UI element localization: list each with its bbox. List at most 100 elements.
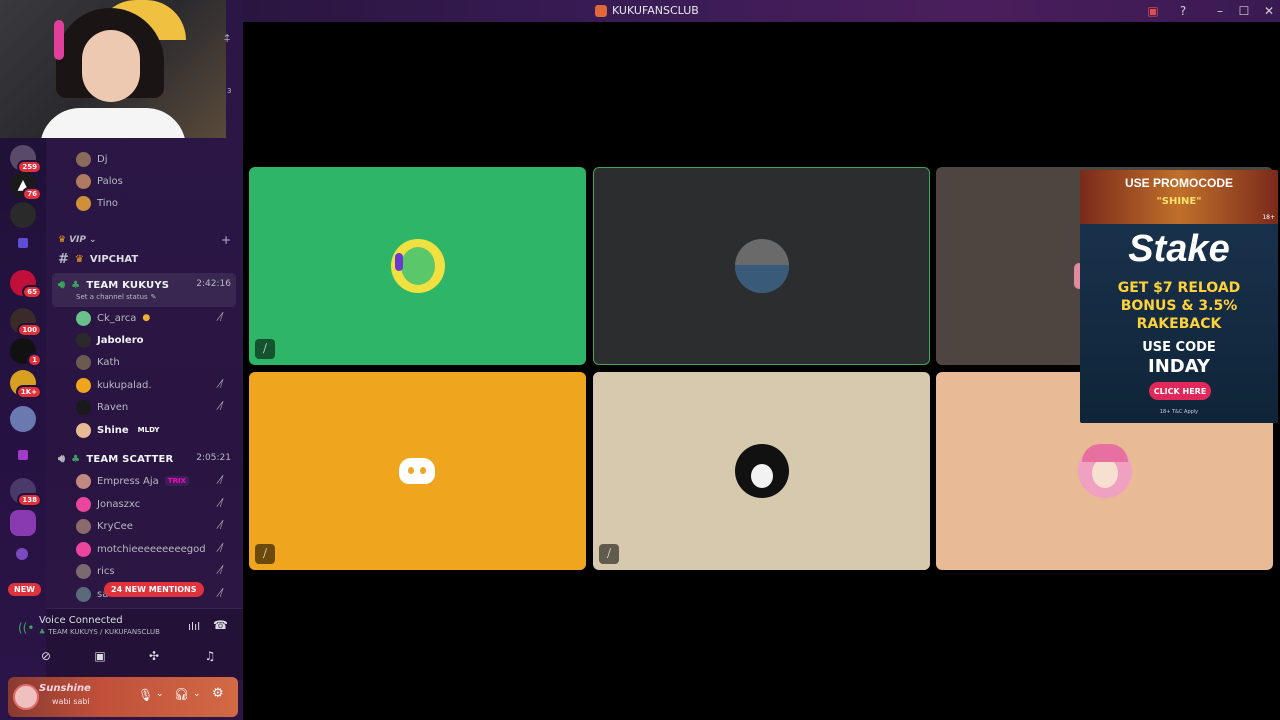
add-channel-icon[interactable]: +	[221, 233, 231, 247]
avatar	[76, 518, 91, 534]
avatar-hair	[1081, 444, 1128, 462]
avatar[interactable]	[13, 684, 39, 710]
voice-member[interactable]: Raven	[76, 397, 128, 417]
webcam-face	[82, 30, 140, 102]
chevron-down-icon[interactable]: ⌄	[193, 689, 201, 699]
channel-status[interactable]: Set a channel status ✎	[76, 293, 157, 301]
voice-member[interactable]: Palos	[76, 171, 123, 191]
muted-icon: ⧸̸	[220, 520, 224, 531]
voice-member[interactable]: Tino	[76, 193, 118, 213]
server-icon[interactable]	[10, 406, 36, 432]
participant-tile[interactable]: ⧸	[249, 372, 586, 570]
participant-tile[interactable]: ⧸	[249, 167, 586, 365]
new-badge: NEW	[8, 583, 41, 596]
member-name: Dj	[97, 153, 108, 165]
participant-tile-speaking[interactable]	[593, 167, 930, 365]
server-badge: 1	[27, 353, 42, 367]
ad-offer-line3: RAKEBACK	[1136, 316, 1222, 332]
emoji-icon: ●	[142, 313, 151, 323]
category-vip[interactable]: ♛ VIP ⌄	[58, 235, 97, 245]
voice-connected-label: Voice Connected	[39, 615, 123, 626]
participant-avatar	[734, 444, 789, 498]
server-icon[interactable]: 1K+	[10, 370, 42, 399]
crown-icon: ♛	[58, 235, 67, 245]
microphone-icon[interactable]: 🎙︎	[138, 688, 153, 702]
avatar	[76, 541, 91, 557]
voice-member[interactable]: Shine MLDY	[76, 420, 162, 440]
voice-location[interactable]: ♣ TEAM KUKUYS / KUKUFANSCLUB	[39, 628, 160, 636]
folder-icon[interactable]	[18, 238, 28, 248]
new-mentions-pill[interactable]: 24 NEW MENTIONS	[104, 582, 204, 597]
category-label: VIP	[69, 235, 86, 245]
member-name: Raven	[97, 401, 129, 413]
voice-status-panel: ((• Voice Connected ♣ TEAM KUKUYS / KUKU…	[18, 608, 243, 680]
disconnect-icon[interactable]: ☎	[213, 618, 228, 632]
voice-member[interactable]: KryCee	[76, 516, 133, 536]
voice-member[interactable]: Kath	[76, 352, 120, 372]
muted-icon: ⧸	[255, 544, 275, 564]
voice-member[interactable]: motchieeeeeeeeegod	[76, 539, 206, 559]
voice-member[interactable]: Jabolero	[76, 330, 144, 350]
server-icon[interactable]: 1	[10, 338, 42, 367]
server-icon[interactable]	[16, 548, 28, 560]
help-icon[interactable]: ?	[1175, 3, 1191, 19]
member-name: Kath	[97, 356, 120, 368]
gear-icon[interactable]: ⚙	[212, 686, 224, 701]
window-title-text: KUKUFANSCLUB	[612, 4, 699, 17]
headset-icon	[394, 253, 403, 271]
text-channel-vipchat[interactable]: # ♛ VIPCHAT	[58, 252, 138, 267]
member-name: Jonaszxc	[97, 498, 141, 510]
member-name: KryCee	[97, 520, 133, 532]
camera-off-button[interactable]: ⊘	[30, 649, 62, 669]
folder-icon[interactable]	[18, 450, 28, 460]
member-name: Shine	[97, 424, 129, 436]
ad-code-line1: USE CODE	[1142, 340, 1216, 355]
server-icon[interactable]: 100	[10, 308, 42, 337]
voice-member[interactable]: kukupalad.	[76, 375, 152, 395]
avatar	[76, 473, 91, 489]
inbox-icon[interactable]: ▣	[1145, 3, 1161, 19]
server-icon[interactable]: 259	[10, 145, 42, 174]
voice-member[interactable]: Ck_arca ●	[76, 308, 150, 328]
chevron-down-icon[interactable]: ⌄	[156, 689, 164, 699]
discord-window: 259 ▲ 76 65 100 1 1K+ 138 NEW Dj Palos T…	[0, 0, 1280, 720]
headphones-icon[interactable]: 🎧︎	[174, 687, 189, 701]
activities-button[interactable]: ✣	[138, 649, 170, 669]
add-friend-icon[interactable]: ⍏	[224, 32, 231, 46]
discord-logo-icon	[399, 458, 435, 484]
server-badge: 1K+	[15, 385, 42, 399]
server-badge: 65	[22, 285, 42, 299]
maximize-icon[interactable]: ☐	[1236, 3, 1252, 19]
server-icon[interactable]: 138	[10, 478, 42, 507]
avatar	[76, 151, 91, 167]
ad-cta-button[interactable]: CLICK HERE	[1149, 382, 1211, 400]
voice-channel-team-scatter[interactable]: 🔊︎ ♣ TEAM SCATTER	[58, 452, 173, 466]
member-tag: MLDY	[137, 426, 160, 434]
muted-icon: ⧸̸	[220, 565, 224, 576]
noise-suppression-icon[interactable]: ılıl	[188, 620, 200, 633]
server-icon[interactable]: 65	[10, 270, 42, 299]
voice-member[interactable]: Jonaszxc	[76, 494, 140, 514]
ad-code-line2: INDAY	[1148, 356, 1210, 377]
avatar	[76, 173, 91, 189]
avatar-face	[750, 464, 773, 488]
server-icon[interactable]	[10, 202, 36, 228]
clover-icon: ♣	[71, 279, 81, 291]
voice-member[interactable]: Empress Aja TRIX	[76, 471, 189, 491]
muted-icon: ⧸̸	[220, 312, 224, 323]
server-icon[interactable]: ▲ 76	[10, 172, 42, 201]
voice-member[interactable]: Dj	[76, 149, 107, 169]
member-name: Empress Aja	[97, 475, 159, 487]
member-name: motchieeeeeeeeegod	[97, 543, 206, 555]
ad-age-badge: 18+	[1262, 214, 1275, 221]
close-icon[interactable]: ✕	[1261, 3, 1277, 19]
server-badge: 76	[22, 187, 42, 201]
voice-member[interactable]: rics	[76, 561, 115, 581]
minimize-icon[interactable]: –	[1212, 3, 1228, 19]
soundboard-button[interactable]: ♫	[194, 649, 226, 669]
participant-tile[interactable]: ⧸	[593, 372, 930, 570]
server-icon[interactable]	[10, 510, 36, 536]
ad-promo-line2: "SHINE"	[1156, 196, 1202, 207]
screen-share-button[interactable]: ▣	[84, 649, 116, 669]
voice-channel-team-kukuys[interactable]: 🔊︎ ♣ TEAM KUKUYS	[58, 278, 169, 292]
